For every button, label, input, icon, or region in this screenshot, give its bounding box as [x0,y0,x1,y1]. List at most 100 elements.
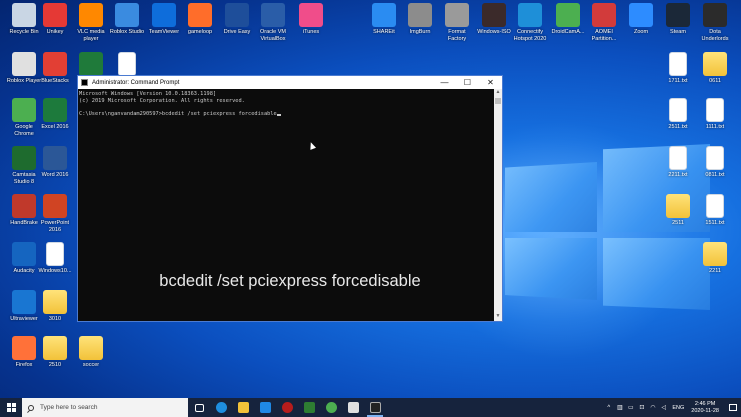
taskbar-task-view-button[interactable] [188,398,210,417]
clock-time: 2:46 PM [694,400,716,407]
desktop-icon-label: 2511.txt [668,124,688,130]
desktop-icon[interactable]: DroidCamA... [550,3,586,36]
davinci-icon [281,402,293,413]
wifi-icon[interactable]: ◠ [648,404,657,411]
window-titlebar[interactable]: Administrator: Command Prompt — ☐ ✕ [78,76,502,89]
taskbar-chrome-button[interactable] [320,398,342,417]
desktop-icon-label: 2510 [48,362,62,368]
desktop-icon-label: 0611 [709,78,721,84]
desktop-icon[interactable]: 2511.txt [660,98,696,131]
desktop-icon-label: 2211 [709,268,721,274]
taskbar-file-explorer-button[interactable] [232,398,254,417]
desktop-icon[interactable]: gameloop [182,3,218,36]
cmd-icon [81,79,88,86]
chevron-up-icon[interactable]: ^ [604,405,613,411]
desktop-icon[interactable]: Format Factory [439,3,475,42]
desktop-icon[interactable]: PowerPoint 2016 [37,194,73,233]
desktop-icon-label: TeamViewer [148,29,180,35]
desktop-icon[interactable]: TeamViewer [146,3,182,36]
desktop-icon-label: 1711.txt [668,78,688,84]
taskbar-search-box[interactable]: Type here to search [22,398,188,417]
desktop-icon[interactable]: Zoom [623,3,659,36]
app-icon [79,52,103,76]
console-command: C:\Users\nganvandam290597>bcdedit /set p… [79,111,277,118]
power-icon[interactable]: ⊡ [637,404,646,411]
desktop-icon[interactable]: VLC media player [73,3,109,42]
text-caret [276,114,281,117]
scroll-thumb[interactable] [495,98,501,104]
desktop-icon[interactable]: AOMEI Partition... [586,3,622,42]
volume-icon[interactable]: ◁ [659,404,668,411]
command-prompt-window[interactable]: Administrator: Command Prompt — ☐ ✕ Micr… [77,75,503,322]
file-explorer-icon [237,402,249,413]
app-icon [225,3,249,27]
minimize-button[interactable]: — [433,76,456,89]
desktop-icon[interactable]: 2511 [660,194,696,227]
desktop-icon[interactable]: 2211.txt [660,146,696,179]
desktop-icon[interactable]: Connectify Hotspot 2020 [512,3,548,42]
scroll-down-icon[interactable]: ▼ [494,313,502,321]
document-icon [669,146,687,170]
taskbar-camtasia-recorder-button[interactable] [342,398,364,417]
battery-icon[interactable]: ▭ [626,404,635,411]
desktop-icon-label: Connectify Hotspot 2020 [513,29,547,42]
desktop-icon[interactable]: 2510 [37,336,73,369]
desktop-icon[interactable]: Word 2016 [37,146,73,179]
desktop-icon[interactable]: 1111.txt [697,98,733,131]
desktop-icon[interactable]: Windows-ISO [476,3,512,36]
taskbar-edge-button[interactable] [210,398,232,417]
desktop-icon[interactable]: 0811.txt [697,146,733,179]
app-icon [12,194,36,218]
desktop-icon-label: Oracle VM VirtualBox [260,29,286,42]
notification-button[interactable] [725,398,741,417]
windows-icon [6,403,16,412]
maximize-button[interactable]: ☐ [456,76,479,89]
taskbar-davinci-button[interactable] [276,398,298,417]
app-icon [592,3,616,27]
taskbar-command-prompt-button[interactable] [364,398,386,417]
desktop-icon[interactable]: 1711.txt [660,52,696,85]
desktop-icon[interactable]: Windows10... [37,242,73,275]
app-icon [12,52,36,76]
start-button[interactable] [0,398,22,417]
desktop-icon[interactable]: 0611 [697,52,733,85]
desktop-icon-label: 0811.txt [705,172,725,178]
desktop-icon[interactable]: Excel 2016 [37,98,73,131]
app-icon [482,3,506,27]
desktop-icon[interactable]: Dota Underlords [697,3,733,42]
close-button[interactable]: ✕ [479,76,502,89]
desktop-icon-label: DroidCamA... [551,29,585,35]
desktop-icon[interactable]: 1511.txt [697,194,733,227]
clock[interactable]: 2:46 PM 2020-11-28 [691,401,719,415]
desktop-icon[interactable]: BlueStacks [37,52,73,85]
desktop-icon[interactable]: SHAREit [366,3,402,36]
app-icon [261,3,285,27]
folder-icon [43,290,67,314]
video-caption: bcdedit /set pciexpress forcedisable [159,272,421,290]
language-indicator[interactable]: ENG [672,405,684,411]
desktop-icon[interactable]: Steam [660,3,696,36]
app-icon [666,3,690,27]
scroll-up-icon[interactable]: ▲ [494,89,502,97]
network-icon[interactable]: ▥ [615,404,624,411]
desktop-icon[interactable]: ImgBurn [402,3,438,36]
desktop-icon[interactable]: Unikey [37,3,73,36]
desktop-icon-label: 2511 [672,220,684,226]
folder-icon [43,336,67,360]
desktop-icon[interactable]: Oracle VM VirtualBox [255,3,291,42]
desktop-icon[interactable]: soccer [73,336,109,369]
edge-icon [215,402,227,413]
desktop-icon-label: BlueStacks [41,78,69,84]
desktop-icon[interactable]: Roblox Studio [109,3,145,36]
document-icon [118,52,136,76]
document-icon [706,146,724,170]
desktop-icon[interactable]: Drive Easy [219,3,255,36]
taskbar-mail-button[interactable] [254,398,276,417]
desktop-icon[interactable]: iTunes [293,3,329,36]
app-icon [629,3,653,27]
app-icon [12,146,36,170]
desktop-icon[interactable]: 2211 [697,242,733,275]
desktop-icon[interactable]: 3010 [37,290,73,323]
taskbar-camtasia-button[interactable] [298,398,320,417]
